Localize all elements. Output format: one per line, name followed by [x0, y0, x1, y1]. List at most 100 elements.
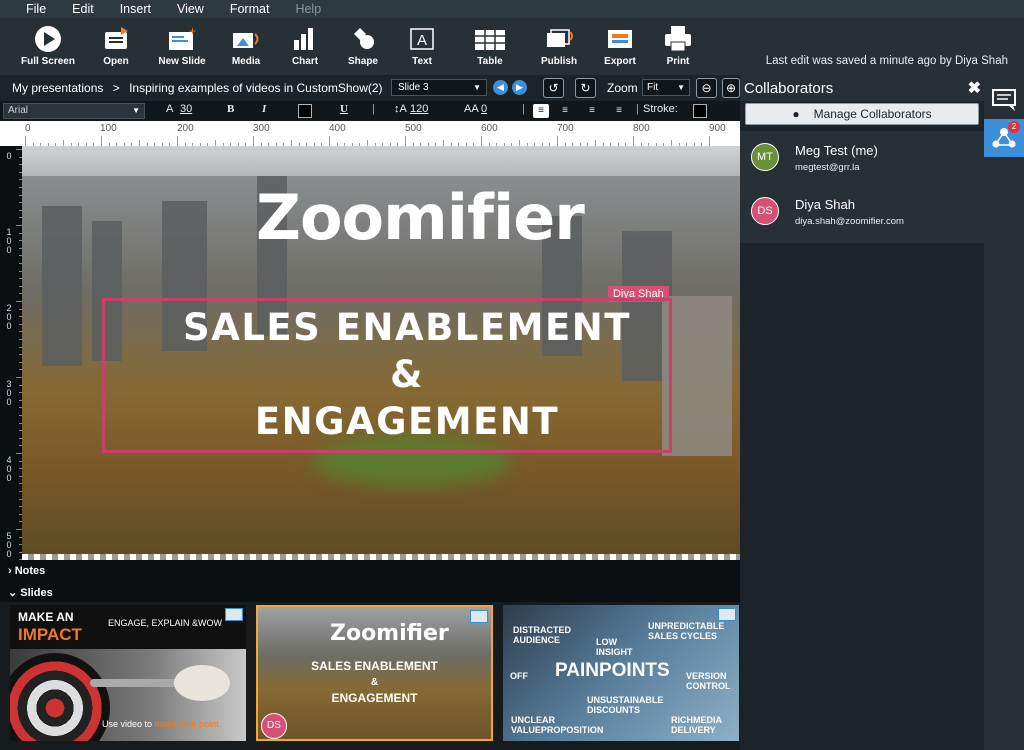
collaborator-name: Meg Test (me): [795, 143, 878, 158]
text-color-swatch[interactable]: [298, 104, 312, 118]
slide-canvas[interactable]: Zoomifier Diya Shah SALES ENABLEMENT & E…: [22, 146, 740, 560]
manage-collaborators-button[interactable]: ● Manage Collaborators: [745, 103, 979, 125]
chart-button[interactable]: Chart: [273, 24, 337, 67]
menu-edit[interactable]: Edit: [72, 2, 94, 16]
slide-thumbnail-3[interactable]: DISTRACTED AUDIENCE LOW INSIGHT UNPREDIC…: [503, 605, 739, 741]
vertical-ruler: 0 100 200 300 400 500: [0, 146, 22, 561]
publish-button[interactable]: Publish: [527, 24, 591, 67]
chevron-down-icon: ▼: [473, 83, 481, 92]
collaborator-email: megtest@grr.la: [795, 162, 860, 173]
align-left-button[interactable]: ≡: [533, 104, 549, 118]
thumbnail-title: MAKE AN: [18, 610, 74, 624]
ruler-label: 100: [6, 227, 12, 255]
zoom-in-button[interactable]: ⊕: [722, 78, 740, 98]
font-size-value[interactable]: 30: [180, 103, 192, 115]
align-right-button[interactable]: ≡: [584, 104, 600, 118]
media-button[interactable]: Media: [214, 24, 278, 67]
align-center-button[interactable]: ≡: [557, 104, 573, 118]
align-left-icon: ≡: [538, 105, 544, 116]
menu-file[interactable]: File: [26, 2, 46, 16]
notes-toggle[interactable]: › Notes: [0, 560, 740, 581]
thumbnail-word: UNPREDICTABLE SALES CYCLES: [648, 621, 725, 641]
bold-button[interactable]: B: [227, 103, 234, 115]
export-button[interactable]: Export: [588, 24, 652, 67]
slide-thumbnail-1[interactable]: MAKE AN IMPACT ENGAGE, EXPLAIN &WOW Use …: [10, 605, 246, 741]
letter-spacing-icon: AA: [464, 103, 479, 115]
edit-slide-icon[interactable]: [718, 608, 736, 621]
thumbnail-word: UNSUSTAINABLE DISCOUNTS: [587, 695, 664, 715]
dart-flight-image: [174, 665, 230, 701]
main-toolbar: Full Screen Open + New Slide Media Chart…: [0, 18, 1024, 75]
letter-spacing-value[interactable]: 0: [481, 103, 487, 115]
underline-button[interactable]: U: [340, 103, 348, 115]
chevron-down-icon: ⌄: [8, 587, 18, 599]
edit-slide-icon[interactable]: [470, 610, 488, 623]
comments-button[interactable]: [984, 81, 1024, 119]
thumbnail-title: PAINPOINTS: [555, 660, 670, 681]
zoom-label: Zoom: [607, 81, 638, 95]
close-icon[interactable]: ✖: [968, 78, 981, 98]
thumbnail-line: &: [370, 677, 379, 688]
collaborator-item[interactable]: MT Meg Test (me) megtest@grr.la: [740, 131, 984, 187]
edit-slide-icon[interactable]: [225, 608, 243, 621]
breadcrumb-root[interactable]: My presentations: [12, 81, 103, 95]
zoom-select[interactable]: Fit ▼: [642, 79, 690, 96]
open-button[interactable]: Open: [84, 24, 148, 67]
table-button[interactable]: Table: [458, 24, 522, 67]
new-slide-button[interactable]: + New Slide: [150, 24, 214, 67]
publish-icon: [547, 29, 573, 47]
menu-insert[interactable]: Insert: [120, 2, 151, 16]
collaborator-name: Diya Shah: [795, 197, 855, 212]
previous-slide-button[interactable]: ◀: [493, 80, 508, 95]
ruler-tick: [709, 136, 710, 146]
breadcrumb-current: Inspiring examples of videos in CustomSh…: [129, 81, 383, 95]
full-screen-button[interactable]: Full Screen: [16, 24, 80, 67]
line-height-value[interactable]: 120: [410, 103, 428, 115]
panel-title: Collaborators: [744, 80, 834, 97]
italic-button[interactable]: I: [262, 103, 266, 115]
font-family-select[interactable]: Arial ▼: [3, 103, 145, 119]
arrow-right-icon: ▶: [516, 82, 523, 92]
headline-line: ENGAGEMENT: [254, 400, 560, 443]
stroke-color-swatch[interactable]: [693, 104, 707, 118]
ruler-label: 800: [633, 123, 650, 134]
align-right-icon: ≡: [589, 105, 595, 116]
ruler-tick: [557, 136, 558, 146]
thumbnail-word: DISTRACTED AUDIENCE: [513, 625, 571, 645]
font-size-icon: A: [166, 103, 174, 115]
right-sidebar: 2: [984, 75, 1024, 750]
line-height-icon: ↕A: [394, 103, 407, 115]
collaborators-panel: Collaborators ✖ ● Manage Collaborators M…: [740, 75, 984, 750]
collaborators-toggle-button[interactable]: 2: [984, 119, 1024, 157]
slide-headline[interactable]: SALES ENABLEMENT & ENGAGEMENT: [102, 304, 712, 445]
shape-button[interactable]: Shape: [331, 24, 395, 67]
chevron-right-icon: ›: [8, 565, 12, 577]
align-justify-button[interactable]: ≡: [611, 104, 627, 118]
slides-toggle[interactable]: ⌄ Slides: [0, 581, 740, 602]
ruler-label: 400: [6, 455, 12, 483]
collaborator-item[interactable]: DS Diya Shah diya.shah@zoomifier.com: [740, 185, 984, 241]
text-button[interactable]: A Text: [390, 24, 454, 67]
svg-text:A: A: [417, 32, 427, 49]
save-status: Last edit was saved a minute ago by Diya…: [765, 55, 1008, 67]
editor-app: File Edit Insert View Format Help Full S…: [0, 0, 1024, 750]
menu-help[interactable]: Help: [295, 2, 321, 16]
ruler-label: 300: [6, 379, 12, 407]
arrow-left-icon: ◀: [497, 82, 504, 92]
menu-format[interactable]: Format: [230, 2, 270, 16]
slide-select[interactable]: Slide 3 ▼: [391, 79, 487, 96]
ruler-tick: [405, 136, 406, 146]
zoom-out-button[interactable]: ⊖: [696, 78, 717, 98]
print-button[interactable]: Print: [646, 24, 710, 67]
divider: |: [636, 103, 639, 115]
menu-view[interactable]: View: [177, 2, 204, 16]
ruler-tick: [481, 136, 482, 146]
slide-thumbnail-2[interactable]: Zoomifier SALES ENABLEMENT & ENGAGEMENT …: [256, 605, 493, 741]
next-slide-button[interactable]: ▶: [512, 80, 527, 95]
ruler-label: 300: [253, 123, 270, 134]
align-center-icon: ≡: [562, 105, 568, 116]
shape-icon: [354, 28, 374, 49]
redo-button[interactable]: ↻: [575, 78, 596, 98]
undo-button[interactable]: ↺: [543, 78, 564, 98]
ruler-label: 500: [405, 123, 422, 134]
